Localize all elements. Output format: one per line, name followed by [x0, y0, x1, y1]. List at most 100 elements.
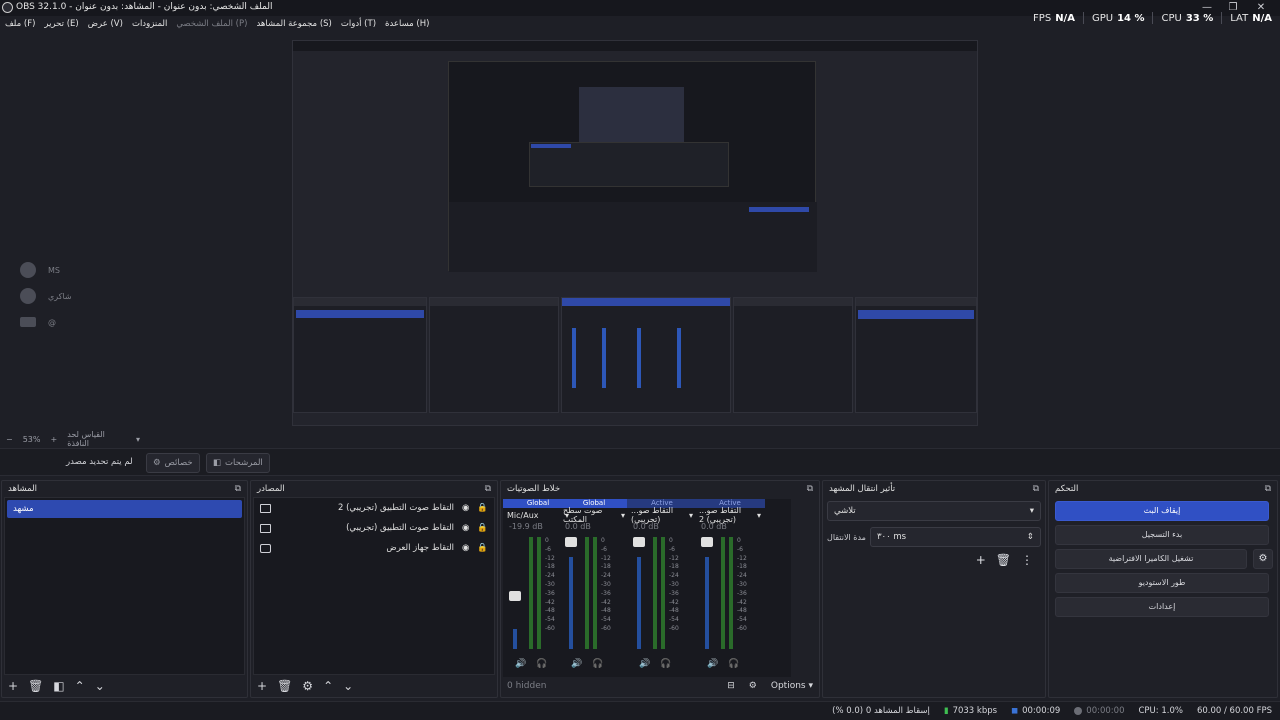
- gear-icon[interactable]: ⚙: [1253, 549, 1273, 569]
- source-item[interactable]: التقاط صوت التطبيق (تجريبي) 2 ◉ 🔒: [254, 498, 494, 518]
- duration-spinbox[interactable]: ٣٠٠ ms ⇕: [869, 527, 1041, 547]
- chevron-down-icon[interactable]: ⌄: [95, 679, 105, 693]
- db-scale: 0 -6 -12 -18 -24 -30 -36 -42 -48 -54 -60: [545, 537, 555, 632]
- transitions-title: تأثير انتقال المشهد: [829, 484, 896, 494]
- more-icon[interactable]: ⋮: [1021, 553, 1033, 567]
- source-item[interactable]: التقاط جهاز العرض ◉ 🔒: [254, 538, 494, 558]
- speaker-icon[interactable]: 🔊: [639, 659, 650, 669]
- speaker-icon[interactable]: 🔊: [571, 659, 582, 669]
- filter-icon[interactable]: ◧: [53, 679, 64, 693]
- zoom-in-button[interactable]: +: [50, 435, 57, 444]
- eye-icon[interactable]: ◉: [462, 523, 469, 533]
- divider: [1152, 12, 1154, 24]
- channel-name[interactable]: التقاط صو... (تجريبي) ▾: [627, 506, 697, 524]
- float-icon[interactable]: ⧉: [485, 484, 491, 494]
- avatar: [20, 317, 36, 327]
- add-icon[interactable]: +: [976, 553, 986, 567]
- add-icon[interactable]: +: [8, 679, 18, 693]
- bitrate: ▮ 7033 kbps: [943, 706, 998, 716]
- channel-name[interactable]: التقاط صو... (تجريبي) 2 ▾: [695, 506, 765, 524]
- lock-icon[interactable]: 🔒: [477, 523, 488, 533]
- volume-meter: [529, 537, 533, 649]
- menu-profile[interactable]: الملف الشخصي (P): [176, 19, 247, 29]
- headphones-icon[interactable]: 🎧: [728, 659, 739, 669]
- broadcast-icon: ◼: [1011, 706, 1019, 716]
- signal-icon: ▮: [943, 706, 949, 716]
- menu-file[interactable]: ملف (F): [5, 19, 35, 29]
- scene-item[interactable]: مشهد: [7, 500, 242, 518]
- zoom-controls: − 53% + القياس لحد النافذة ▾: [0, 430, 140, 448]
- float-icon[interactable]: ⧉: [1265, 484, 1271, 494]
- gear-icon[interactable]: ⚙: [302, 679, 313, 693]
- eye-icon[interactable]: ◉: [462, 503, 469, 513]
- divider: [1221, 12, 1223, 24]
- mixer-channels: Global Mic/Aux ▾ -19.9 dB 0 -6 -12 -18 -24 -30…: [503, 499, 791, 677]
- speaker-icon[interactable]: 🔊: [515, 659, 526, 669]
- mixer-channel: Global صوت سطح المكتب ▾ 0.0 dB 0 -6 -12 -18-…: [559, 499, 629, 679]
- mixer-options-button[interactable]: Options ▾: [771, 681, 813, 691]
- volume-meter: [721, 537, 725, 649]
- controls-title: التحكم: [1055, 484, 1079, 494]
- nested-bar: [531, 144, 571, 148]
- lock-icon[interactable]: 🔒: [477, 543, 488, 553]
- headphones-icon[interactable]: 🎧: [660, 659, 671, 669]
- chevron-down-icon[interactable]: ⌄: [343, 679, 353, 693]
- volume-meter: [729, 537, 733, 649]
- speaker-icon[interactable]: 🔊: [707, 659, 718, 669]
- stop-streaming-button[interactable]: إيقاف البث: [1055, 501, 1269, 521]
- sources-dock: المصادر ⧉ التقاط صوت التطبيق (تجريبي) 2 ◉…: [250, 480, 498, 698]
- layout-icon[interactable]: ⊟: [727, 681, 735, 691]
- headphones-icon[interactable]: 🎧: [536, 659, 547, 669]
- menu-tools[interactable]: أدوات (T): [341, 19, 376, 29]
- volume-slider[interactable]: [633, 537, 645, 547]
- filters-button[interactable]: ◧ المرشحات: [206, 453, 270, 473]
- zoom-fit-label[interactable]: القياس لحد النافذة: [67, 430, 126, 448]
- virtual-camera-button[interactable]: تشغيل الكاميرا الافتراضية: [1055, 549, 1247, 569]
- add-icon[interactable]: +: [257, 679, 267, 693]
- menu-help[interactable]: مساعدة (H): [385, 19, 429, 29]
- volume-slider[interactable]: [565, 537, 577, 547]
- menu-bar: ملف (F) تحرير (E) عرض (V) المنزودات المل…: [0, 16, 429, 32]
- preview-canvas[interactable]: [292, 40, 978, 426]
- volume-slider[interactable]: [509, 591, 521, 601]
- lock-icon[interactable]: 🔒: [477, 503, 488, 513]
- trash-icon[interactable]: 🗑: [28, 679, 43, 693]
- stream-time: ◼ 00:00:09: [1011, 706, 1061, 716]
- menu-scene-collection[interactable]: مجموعة المشاهد (S): [256, 19, 331, 29]
- eye-icon[interactable]: ◉: [462, 543, 469, 553]
- trash-icon[interactable]: 🗑: [277, 679, 292, 693]
- volume-slider[interactable]: [701, 537, 713, 547]
- menu-docks[interactable]: المنزودات: [132, 19, 167, 29]
- chevron-down-icon[interactable]: ▾: [136, 435, 140, 444]
- start-recording-button[interactable]: بدء التسجيل: [1055, 525, 1269, 545]
- transition-type-select[interactable]: تلاشي ▾: [827, 501, 1041, 521]
- list-item[interactable]: شاكري: [20, 286, 140, 306]
- headphones-icon[interactable]: 🎧: [592, 659, 603, 669]
- studio-mode-button[interactable]: طور الاستوديو: [1055, 573, 1269, 593]
- obs-logo-icon: [2, 2, 13, 13]
- volume-meter: [593, 537, 597, 649]
- chevron-up-icon[interactable]: ⌃: [323, 679, 333, 693]
- nested-button: [749, 207, 809, 212]
- list-item[interactable]: @: [20, 312, 140, 332]
- float-icon[interactable]: ⧉: [235, 484, 241, 494]
- menu-view[interactable]: عرض (V): [88, 19, 123, 29]
- list-item[interactable]: MS: [20, 260, 140, 280]
- gear-icon[interactable]: ⚙: [749, 681, 757, 691]
- properties-button[interactable]: ⚙ خصائص: [146, 453, 200, 473]
- trash-icon[interactable]: 🗑: [996, 553, 1011, 567]
- float-icon[interactable]: ⧉: [1033, 484, 1039, 494]
- settings-button[interactable]: إعدادات: [1055, 597, 1269, 617]
- zoom-out-button[interactable]: −: [6, 435, 13, 444]
- volume-meter: [661, 537, 665, 649]
- db-scale: 0 -6 -12 -18 -24 -30 -36 -42 -48 -54 -60: [601, 537, 611, 632]
- preview-mixer-dock: [561, 297, 731, 413]
- scenes-footer: + 🗑 ◧ ⌃ ⌄: [2, 675, 247, 697]
- volume-meter: [585, 537, 589, 649]
- source-item[interactable]: التقاط صوت التطبيق (تجريبي) ◉ 🔒: [254, 518, 494, 538]
- chevron-up-icon[interactable]: ⌃: [75, 679, 85, 693]
- float-icon[interactable]: ⧉: [807, 484, 813, 494]
- channel-name[interactable]: صوت سطح المكتب ▾: [559, 506, 629, 524]
- menu-edit[interactable]: تحرير (E): [44, 19, 78, 29]
- display-icon: [260, 543, 271, 553]
